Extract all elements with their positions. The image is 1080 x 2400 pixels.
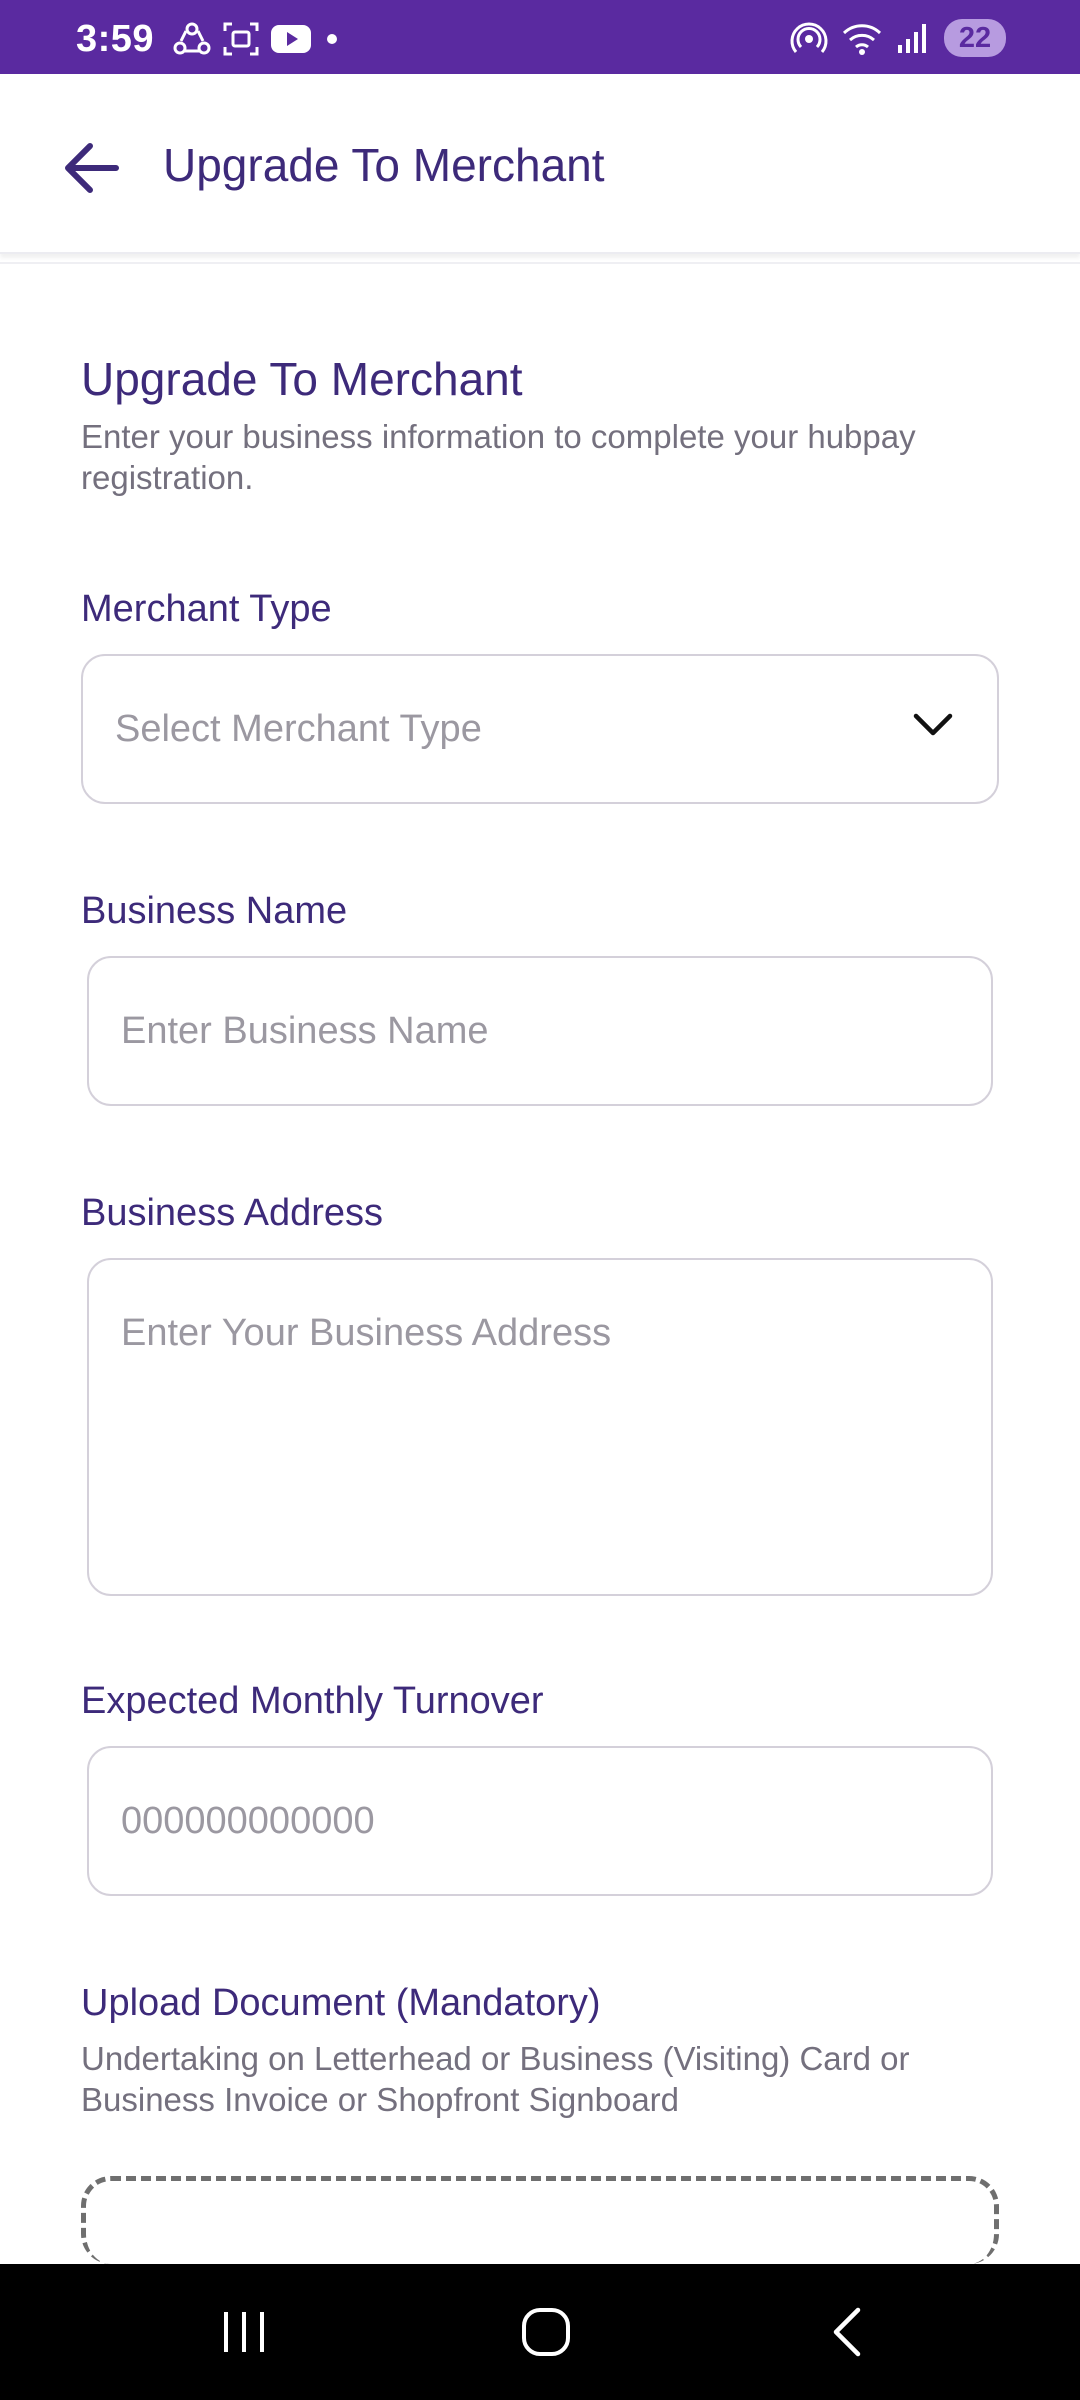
app-bar: Upgrade To Merchant <box>0 74 1080 254</box>
recents-icon <box>224 2312 264 2352</box>
battery-icon: 22 <box>944 19 1006 57</box>
youtube-icon <box>271 25 311 53</box>
business-name-label: Business Name <box>81 890 348 932</box>
signal-icon <box>898 24 926 53</box>
page-heading: Upgrade To Merchant <box>81 353 523 405</box>
nav-back-button[interactable] <box>808 2302 888 2362</box>
battery-level: 22 <box>958 21 992 54</box>
status-time: 3:59 <box>76 18 155 60</box>
app-bar-title: Upgrade To Merchant <box>163 139 605 191</box>
hotspot-icon <box>790 22 828 53</box>
status-left-icons <box>172 22 342 56</box>
merchant-type-label: Merchant Type <box>81 588 332 630</box>
divider <box>0 262 1080 264</box>
home-icon <box>522 2308 570 2356</box>
back-icon <box>833 2307 861 2357</box>
dot-icon <box>327 34 337 44</box>
merchant-type-placeholder: Select Merchant Type <box>115 708 482 750</box>
home-button[interactable] <box>506 2302 586 2362</box>
back-arrow-icon <box>65 143 119 193</box>
page-subtitle: Enter your business information to compl… <box>81 418 916 496</box>
system-nav-bar <box>0 2264 1080 2400</box>
status-bar: 3:59 22 <box>0 0 1080 74</box>
business-address-placeholder: Enter Your Business Address <box>121 1312 612 1354</box>
monthly-turnover-placeholder: 000000000000 <box>121 1800 375 1842</box>
back-button[interactable] <box>56 132 128 204</box>
status-right-icons: 22 <box>790 18 1006 58</box>
upload-dropzone[interactable] <box>81 2176 999 2264</box>
monthly-turnover-label: Expected Monthly Turnover <box>81 1680 544 1722</box>
business-address-label: Business Address <box>81 1192 384 1234</box>
business-address-field[interactable]: Enter Your Business Address <box>87 1258 993 1596</box>
upload-document-description: Undertaking on Letterhead or Business (V… <box>81 2040 910 2118</box>
chevron-down-icon <box>913 713 953 736</box>
business-name-placeholder: Enter Business Name <box>121 1010 489 1052</box>
sync-icon <box>173 22 211 55</box>
merchant-type-dropdown[interactable]: Select Merchant Type <box>81 654 999 804</box>
wifi-icon <box>842 24 882 55</box>
upload-document-label: Upload Document (Mandatory) <box>81 1982 601 2024</box>
screenshot-icon <box>223 22 259 56</box>
business-name-field[interactable]: Enter Business Name <box>87 956 993 1106</box>
recents-button[interactable] <box>204 2302 284 2362</box>
monthly-turnover-field[interactable]: 000000000000 <box>87 1746 993 1896</box>
